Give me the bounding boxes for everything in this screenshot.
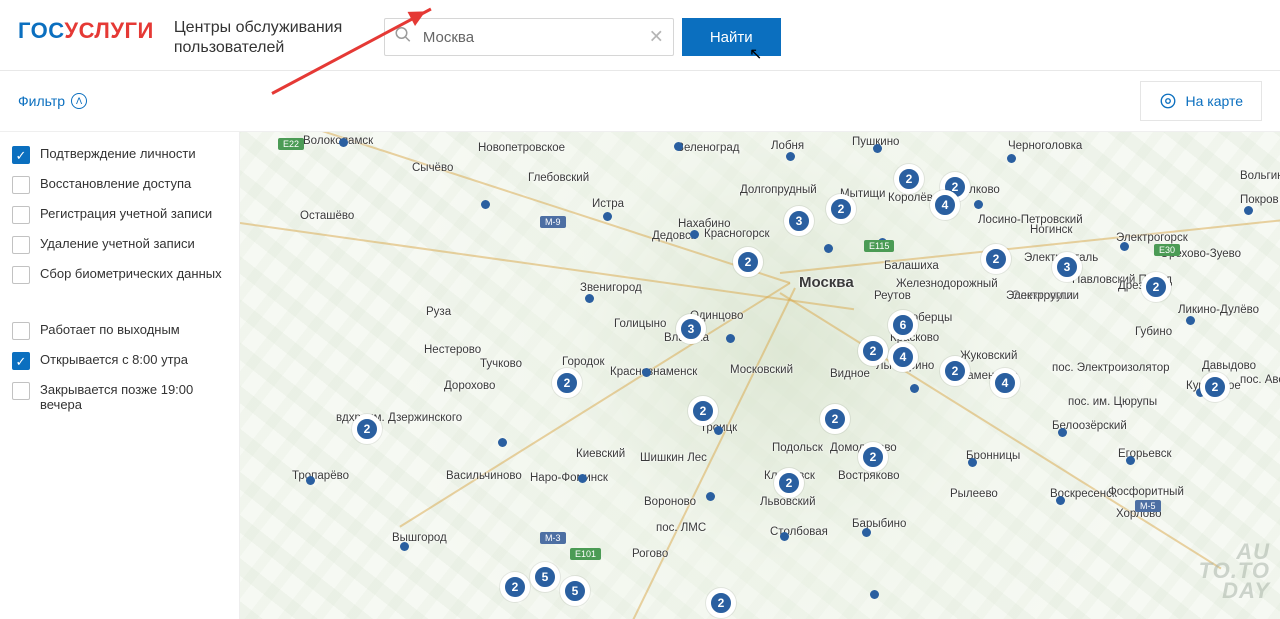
filter-option[interactable]: Закрывается позже 19:00 вечера: [12, 382, 227, 412]
checkbox-icon: [12, 322, 30, 340]
map-marker[interactable]: [706, 492, 715, 501]
map-marker[interactable]: [400, 542, 409, 551]
filter-label: Закрывается позже 19:00 вечера: [40, 382, 227, 412]
map-marker[interactable]: [726, 334, 735, 343]
map-marker[interactable]: [714, 426, 723, 435]
filter-label: Сбор биометрических данных: [40, 266, 222, 281]
map-marker[interactable]: [870, 590, 879, 599]
filter-option[interactable]: Работает по выходным: [12, 322, 227, 340]
checkbox-icon: [12, 206, 30, 224]
map-cluster[interactable]: 2: [552, 368, 582, 398]
map-cluster[interactable]: 5: [530, 562, 560, 592]
map-cluster[interactable]: 3: [784, 206, 814, 236]
map-marker[interactable]: [1186, 316, 1195, 325]
map-marker[interactable]: [824, 244, 833, 253]
map-marker[interactable]: [603, 212, 612, 221]
map-cluster[interactable]: 2: [858, 442, 888, 472]
filter-label: Восстановление доступа: [40, 176, 191, 191]
filter-toggle[interactable]: Фильтр ᐱ: [18, 93, 87, 109]
map-cluster[interactable]: 5: [560, 576, 590, 606]
map-cluster[interactable]: 3: [1052, 252, 1082, 282]
filter-option[interactable]: Удаление учетной записи: [12, 236, 227, 254]
filter-option[interactable]: Открывается с 8:00 утра: [12, 352, 227, 370]
search-form: ✕ Найти ↖: [384, 18, 781, 56]
map-cluster[interactable]: 2: [1141, 272, 1171, 302]
content: Подтверждение личности Восстановление дос…: [0, 132, 1280, 619]
map-cluster[interactable]: 2: [826, 194, 856, 224]
page-title: Центры обслуживания пользователей: [174, 18, 354, 58]
map-view-button[interactable]: На карте: [1140, 81, 1262, 121]
map-background: [240, 132, 1280, 619]
map-marker[interactable]: [585, 294, 594, 303]
map-canvas[interactable]: МоскваЗеленоградПушкиноЛобняЧерноголовка…: [240, 132, 1280, 619]
checkbox-icon: [12, 382, 30, 400]
map-cluster[interactable]: 2: [981, 244, 1011, 274]
location-pin-icon: [1159, 92, 1177, 110]
search-icon: [394, 26, 412, 49]
map-marker[interactable]: [910, 384, 919, 393]
map-cluster[interactable]: 3: [676, 314, 706, 344]
filter-option[interactable]: Регистрация учетной записи: [12, 206, 227, 224]
map-marker[interactable]: [690, 230, 699, 239]
map-marker[interactable]: [786, 152, 795, 161]
map-cluster[interactable]: 4: [930, 190, 960, 220]
map-marker[interactable]: [968, 458, 977, 467]
map-marker[interactable]: [642, 368, 651, 377]
map-marker[interactable]: [674, 142, 683, 151]
map-cluster[interactable]: 2: [733, 247, 763, 277]
map-marker[interactable]: [578, 474, 587, 483]
site-logo: ГОСУСЛУГИ: [18, 18, 154, 44]
map-marker[interactable]: [780, 532, 789, 541]
map-cluster[interactable]: 2: [894, 164, 924, 194]
map-marker[interactable]: [1126, 456, 1135, 465]
map-marker[interactable]: [974, 200, 983, 209]
map-marker[interactable]: [1058, 428, 1067, 437]
search-button[interactable]: Найти: [682, 18, 781, 56]
map-marker[interactable]: [873, 144, 882, 153]
chevron-up-icon: ᐱ: [71, 93, 87, 109]
map-cluster[interactable]: 2: [858, 336, 888, 366]
map-cluster[interactable]: 2: [688, 396, 718, 426]
map-marker[interactable]: [1007, 154, 1016, 163]
map-marker[interactable]: [878, 238, 887, 247]
filter-label: Подтверждение личности: [40, 146, 196, 161]
search-input[interactable]: [384, 18, 674, 56]
header: ГОСУСЛУГИ Центры обслуживания пользовате…: [0, 0, 1280, 71]
map-marker[interactable]: [306, 476, 315, 485]
filter-sidebar: Подтверждение личности Восстановление дос…: [0, 132, 240, 619]
map-cluster[interactable]: 2: [820, 404, 850, 434]
filter-label: Регистрация учетной записи: [40, 206, 212, 221]
map-cluster[interactable]: 6: [888, 310, 918, 340]
map-cluster[interactable]: 2: [352, 414, 382, 444]
checkbox-icon: [12, 176, 30, 194]
checkbox-icon: [12, 146, 30, 164]
map-marker[interactable]: [1244, 206, 1253, 215]
sub-header: Фильтр ᐱ На карте: [0, 71, 1280, 132]
map-marker[interactable]: [481, 200, 490, 209]
filter-option[interactable]: Восстановление доступа: [12, 176, 227, 194]
checkbox-icon: [12, 266, 30, 284]
map-marker[interactable]: [1120, 242, 1129, 251]
cursor-icon: ↖: [749, 44, 762, 64]
filter-label: Работает по выходным: [40, 322, 180, 337]
filter-option[interactable]: Сбор биометрических данных: [12, 266, 227, 284]
map-marker[interactable]: [498, 438, 507, 447]
checkbox-icon: [12, 352, 30, 370]
filter-label: Открывается с 8:00 утра: [40, 352, 188, 367]
map-cluster[interactable]: 2: [774, 468, 804, 498]
map-cluster[interactable]: 4: [990, 368, 1020, 398]
checkbox-icon: [12, 236, 30, 254]
map-marker[interactable]: [862, 528, 871, 537]
filter-label: Удаление учетной записи: [40, 236, 195, 251]
map-cluster[interactable]: 2: [706, 588, 736, 618]
map-cluster[interactable]: 2: [940, 356, 970, 386]
map-cluster[interactable]: 2: [500, 572, 530, 602]
map-cluster[interactable]: 4: [888, 342, 918, 372]
map-marker[interactable]: [1056, 496, 1065, 505]
map-cluster[interactable]: 2: [1200, 372, 1230, 402]
filter-option[interactable]: Подтверждение личности: [12, 146, 227, 164]
clear-icon[interactable]: ✕: [649, 27, 664, 48]
map-marker[interactable]: [339, 138, 348, 147]
